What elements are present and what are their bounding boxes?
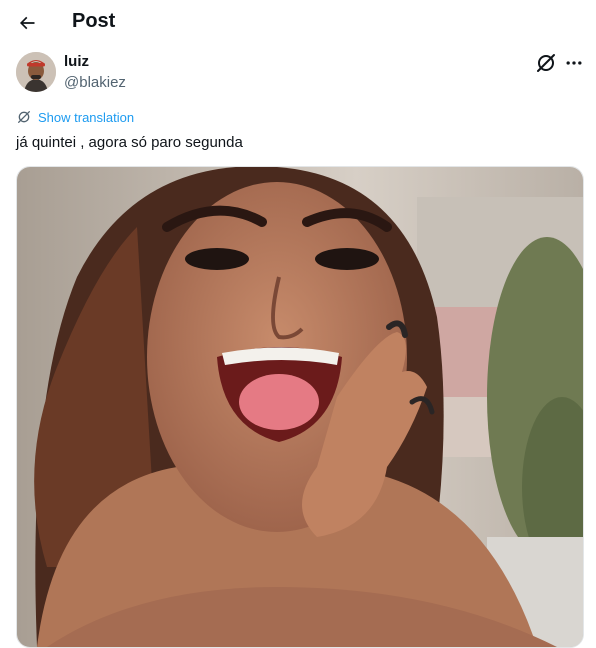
author-handle[interactable]: @blakiez <box>64 74 126 91</box>
top-bar: Post <box>0 0 596 46</box>
author-name[interactable]: luiz <box>64 53 89 70</box>
grok-icon <box>18 111 30 123</box>
avatar[interactable] <box>16 52 56 92</box>
tweet-media-photo[interactable] <box>16 166 584 648</box>
photo-image <box>17 167 583 647</box>
show-translation-link[interactable]: Show translation <box>16 109 134 125</box>
arrow-left-icon <box>19 16 35 30</box>
more-options-button[interactable] <box>562 51 586 75</box>
back-button[interactable] <box>10 6 44 40</box>
tweet-text: já quintei , agora só paro segunda <box>16 134 243 151</box>
more-dots-icon <box>566 61 582 65</box>
page-title: Post <box>72 10 116 32</box>
grok-button[interactable] <box>534 51 558 75</box>
avatar-image <box>16 52 56 92</box>
show-translation-label[interactable]: Show translation <box>38 110 134 125</box>
grok-icon <box>537 54 555 72</box>
